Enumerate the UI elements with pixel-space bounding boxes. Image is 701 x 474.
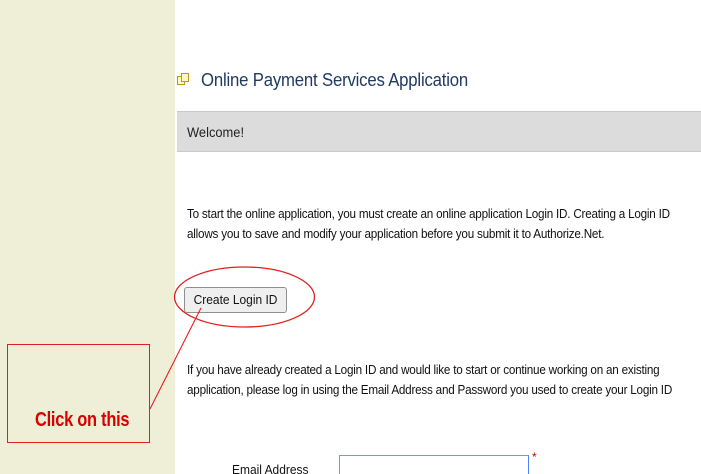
create-login-id-button[interactable]: Create Login ID: [184, 287, 287, 313]
required-indicator: *: [532, 450, 537, 464]
email-address-input[interactable]: [339, 455, 529, 474]
existing-line-1: If you have already created a Login ID a…: [187, 362, 660, 377]
intro-line-2: allows you to save and modify your appli…: [187, 226, 605, 241]
intro-instructions: To start the online application, you mus…: [187, 204, 701, 244]
welcome-message: Welcome!: [187, 124, 245, 140]
existing-line-2: application, please log in using the Ema…: [187, 382, 673, 397]
documents-icon: [177, 73, 191, 87]
main-content: Online Payment Services Application Welc…: [173, 0, 701, 474]
create-login-id-label: Create Login ID: [193, 292, 278, 307]
email-address-label: Email Address: [232, 462, 309, 474]
welcome-bar: Welcome!: [177, 111, 701, 152]
page-title: Online Payment Services Application: [201, 69, 469, 90]
application-page: Online Payment Services Application Welc…: [0, 0, 701, 474]
callout-text: Click on this: [35, 409, 130, 431]
existing-login-instructions: If you have already created a Login ID a…: [187, 360, 701, 400]
page-header: Online Payment Services Application: [177, 69, 488, 91]
intro-line-1: To start the online application, you mus…: [187, 206, 670, 221]
